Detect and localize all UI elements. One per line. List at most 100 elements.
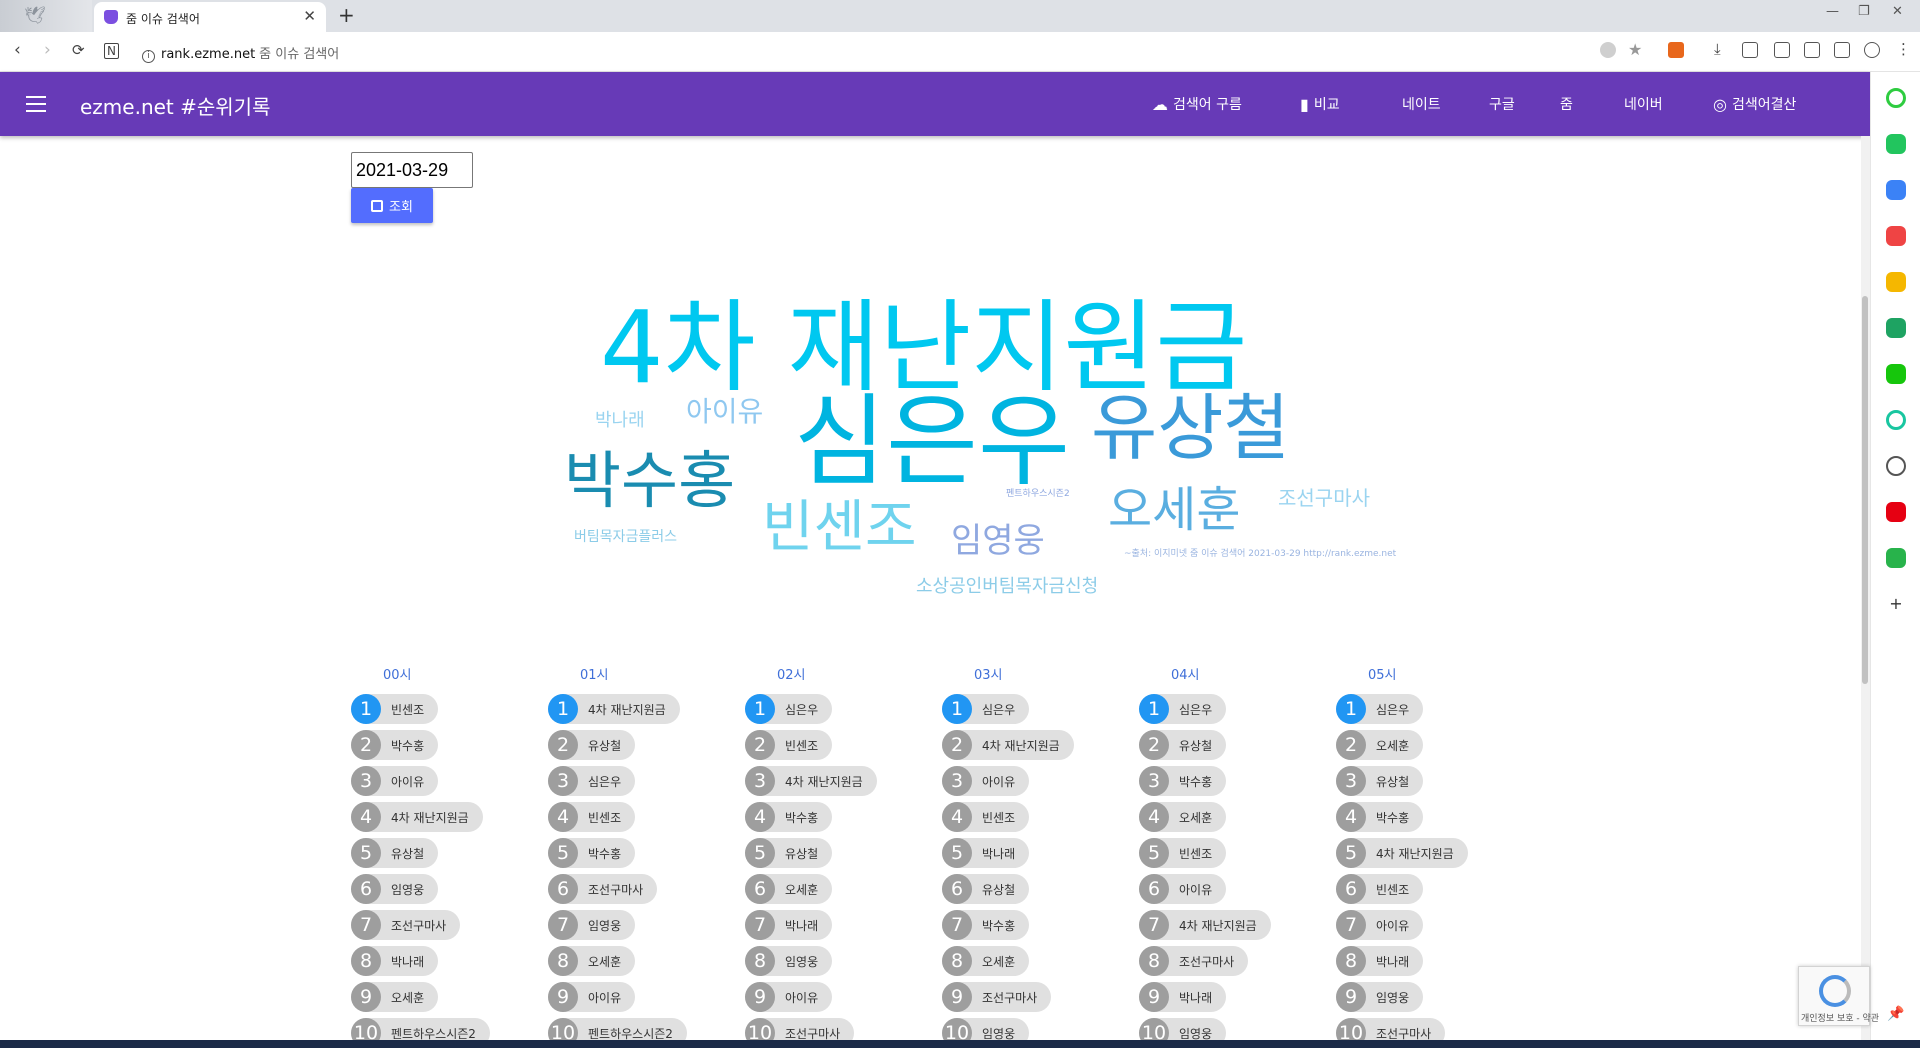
shield-extension-icon[interactable] [1600,42,1616,58]
minimize-icon[interactable]: — [1826,4,1839,19]
back-icon[interactable]: ‹ [14,40,21,60]
reload-icon[interactable]: ⟳ [72,41,85,59]
rank-item[interactable]: 5 빈센조 [1139,838,1227,868]
rank-item[interactable]: 8 조선구마사 [1139,946,1249,976]
rank-item[interactable]: 8 박나래 [351,946,439,976]
close-window-icon[interactable]: ✕ [1892,4,1903,19]
reader-icon[interactable] [1804,42,1820,58]
rank-item[interactable]: 6 아이유 [1139,874,1227,904]
side-app-line-icon[interactable] [1886,364,1906,384]
download-icon[interactable]: ⤓ [1714,40,1721,58]
close-tab-icon[interactable]: ✕ [303,7,316,25]
rank-item[interactable]: 1 심은우 [942,694,1030,724]
rank-item[interactable]: 6 빈센조 [1336,874,1424,904]
rank-item[interactable]: 3 아이유 [351,766,439,796]
forward-icon[interactable]: › [44,40,51,60]
side-app-chat-icon[interactable] [1886,134,1906,154]
rank-item[interactable]: 8 오세훈 [548,946,636,976]
rank-item[interactable]: 2 유상철 [1139,730,1227,760]
ex-extension-icon[interactable] [1668,42,1684,58]
rank-item[interactable]: 6 조선구마사 [548,874,658,904]
rank-item[interactable]: 1 4차 재난지원금 [548,694,680,724]
rank-item[interactable]: 5 4차 재난지원금 [1336,838,1468,868]
browser-tab[interactable]: 줌 이슈 검색어 ✕ [94,2,326,32]
rank-item[interactable]: 4 4차 재난지원금 [351,802,483,832]
side-app-play-icon[interactable] [1886,410,1906,430]
site-title[interactable]: ezme.net #순위기록 [80,91,271,120]
rank-item[interactable]: 8 임영웅 [745,946,833,976]
side-app-drive-icon[interactable] [1886,318,1906,338]
rank-item[interactable]: 9 아이유 [745,982,833,1012]
rank-item[interactable]: 7 아이유 [1336,910,1424,940]
nav-naver[interactable]: 네이버 [1624,72,1663,136]
rank-item[interactable]: 1 심은우 [745,694,833,724]
rank-item[interactable]: 4 빈센조 [548,802,636,832]
rank-item[interactable]: 9 아이유 [548,982,636,1012]
side-app-avatar-icon[interactable] [1886,456,1906,476]
rank-item[interactable]: 9 박나래 [1139,982,1227,1012]
rank-item[interactable]: 4 오세훈 [1139,802,1227,832]
hamburger-menu-icon[interactable] [26,96,46,112]
rank-item[interactable]: 4 박수홍 [745,802,833,832]
rank-item[interactable]: 1 심은우 [1139,694,1227,724]
rank-item[interactable]: 5 박수홍 [548,838,636,868]
nav-zum[interactable]: 줌 [1560,72,1573,136]
site-info-icon[interactable]: i [142,50,155,63]
rank-item[interactable]: 3 박수홍 [1139,766,1227,796]
nav-compare[interactable]: ▮ 비교 [1300,72,1340,136]
camera-icon[interactable] [1774,42,1790,58]
side-app-webtoon-icon[interactable] [1886,548,1906,568]
new-tab-icon[interactable]: + [338,3,355,27]
rank-item[interactable]: 1 빈센조 [351,694,439,724]
rank-item[interactable]: 9 조선구마사 [942,982,1052,1012]
rank-item[interactable]: 5 유상철 [745,838,833,868]
rank-item[interactable]: 2 박수홍 [351,730,439,760]
rank-item[interactable]: 8 박나래 [1336,946,1424,976]
rank-item[interactable]: 7 조선구마사 [351,910,461,940]
rank-item[interactable]: 5 유상철 [351,838,439,868]
recaptcha-badge[interactable]: 개인정보 보호 - 약관 [1798,966,1879,1026]
rank-item[interactable]: 3 4차 재난지원금 [745,766,877,796]
rank-item[interactable]: 7 4차 재난지원금 [1139,910,1271,940]
video-icon[interactable] [1742,42,1758,58]
rank-item[interactable]: 6 오세훈 [745,874,833,904]
sidebar-icon[interactable] [1834,42,1850,58]
rank-item[interactable]: 8 오세훈 [942,946,1030,976]
rank-item[interactable]: 3 유상철 [1336,766,1424,796]
bookmark-star-icon[interactable]: ★ [1628,40,1642,59]
rank-item[interactable]: 7 박수홍 [942,910,1030,940]
rank-item[interactable]: 9 임영웅 [1336,982,1424,1012]
rank-item[interactable]: 9 오세훈 [351,982,439,1012]
rank-item[interactable]: 7 임영웅 [548,910,636,940]
side-pin-icon[interactable]: 📌 [1886,1004,1906,1024]
side-add-icon[interactable]: + [1886,594,1906,614]
side-app-star-icon[interactable] [1886,272,1906,292]
nav-google[interactable]: 구글 [1489,72,1515,136]
url-field[interactable]: i rank.ezme.net 줌 이슈 검색어 [142,43,339,63]
page-scrollbar[interactable] [1861,136,1870,1048]
rank-item[interactable]: 2 빈센조 [745,730,833,760]
workspace-thumbnail[interactable]: 🕊 [0,0,92,32]
notion-icon[interactable]: N [104,43,119,59]
rank-item[interactable]: 5 박나래 [942,838,1030,868]
side-app-now-icon[interactable] [1886,502,1906,522]
nav-nate[interactable]: 네이트 [1402,72,1441,136]
restore-icon[interactable]: ❐ [1858,4,1870,19]
rank-item[interactable]: 4 박수홍 [1336,802,1424,832]
rank-item[interactable]: 3 심은우 [548,766,636,796]
rank-item[interactable]: 6 유상철 [942,874,1030,904]
rank-item[interactable]: 7 박나래 [745,910,833,940]
date-input[interactable] [351,152,473,188]
rank-item[interactable]: 1 심은우 [1336,694,1424,724]
profile-icon[interactable] [1864,42,1880,58]
nav-summary[interactable]: ◎ 검색어결산 [1713,72,1796,136]
side-app-pocket-icon[interactable] [1886,226,1906,246]
search-button[interactable]: 조회 [351,188,433,223]
nav-cloud[interactable]: ☁ 검색어 구름 [1152,72,1242,136]
rank-item[interactable]: 4 빈센조 [942,802,1030,832]
rank-item[interactable]: 2 유상철 [548,730,636,760]
side-app-calendar-icon[interactable] [1886,180,1906,200]
rank-item[interactable]: 2 4차 재난지원금 [942,730,1074,760]
side-app-green-icon[interactable] [1886,88,1906,108]
rank-item[interactable]: 2 오세훈 [1336,730,1424,760]
